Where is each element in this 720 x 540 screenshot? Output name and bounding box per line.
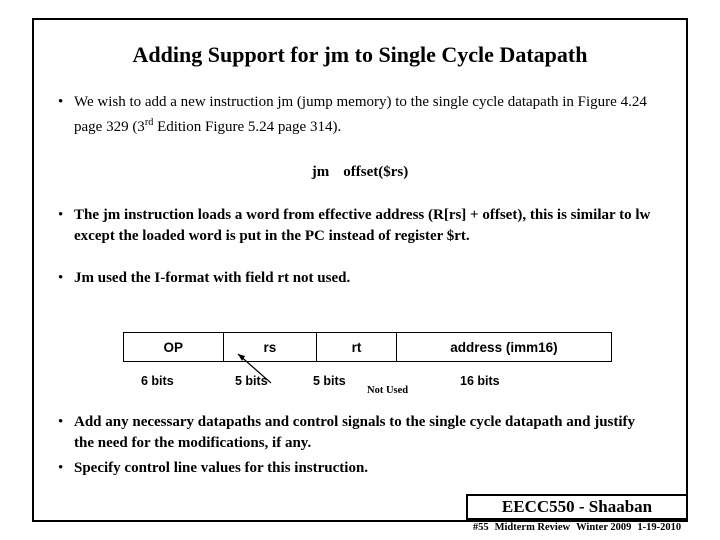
course-footer-text: EECC550 - Shaaban — [501, 497, 653, 516]
course-footer-box: EECC550 - Shaaban — [466, 494, 688, 520]
instruction-format-table: OP rs rt address (imm16) — [123, 332, 612, 362]
instruction-syntax-line: jm offset($rs) — [40, 164, 680, 181]
bullet-text-1: We wish to add a new instruction jm (jum… — [74, 92, 663, 137]
bullet-marker: • — [58, 94, 64, 110]
bullet-item-4: • Add any necessary datapaths and contro… — [58, 412, 658, 453]
bullet-marker: • — [58, 207, 64, 223]
bullet-item-1: • We wish to add a new instruction jm (j… — [58, 92, 663, 137]
instruction-mnemonic: jm — [311, 164, 330, 180]
footer-topic: Midterm Review — [494, 522, 571, 533]
bullet-item-2: • The jm instruction loads a word from e… — [58, 205, 676, 246]
footer-date: 1-19-2010 — [637, 522, 682, 533]
format-bits-row: 6 bits 5 bits 5 bits Not Used 16 bits — [123, 374, 612, 396]
bullet-text-1-part2: Edition Figure 5.24 page 314). — [153, 118, 342, 135]
instruction-operand: offset($rs) — [343, 164, 409, 180]
footer-term: Winter 2009 — [576, 522, 632, 533]
bullet-text-4: Add any necessary datapaths and control … — [74, 414, 636, 451]
bits-label-op: 6 bits — [141, 374, 174, 388]
format-field-rt: rt — [317, 333, 397, 361]
bullet-marker: • — [58, 270, 64, 286]
bullet-marker: • — [58, 460, 64, 476]
page-title: Adding Support for jm to Single Cycle Da… — [132, 42, 588, 67]
bullet-text-2: The jm instruction loads a word from eff… — [74, 207, 651, 244]
bullet-text-5: Specify control line values for this ins… — [74, 460, 369, 476]
slide-number: #55 — [472, 522, 489, 533]
bits-label-rt: 5 bits — [313, 374, 346, 388]
slide-canvas: Adding Support for jm to Single Cycle Da… — [0, 0, 720, 540]
not-used-annotation: Not Used — [367, 385, 409, 396]
bullet-item-5: • Specify control line values for this i… — [58, 458, 658, 479]
bits-label-address: 16 bits — [460, 374, 500, 388]
format-field-address: address (imm16) — [450, 339, 558, 355]
bullet-item-3: • Jm used the I-format with field rt not… — [58, 268, 658, 289]
bullet-marker: • — [58, 414, 64, 430]
bullet-text-3: Jm used the I-format with field rt not u… — [74, 270, 351, 286]
bits-label-rs: 5 bits — [235, 374, 268, 388]
slide-footer-meta: #55 Midterm Review Winter 2009 1-19-2010 — [466, 522, 688, 533]
